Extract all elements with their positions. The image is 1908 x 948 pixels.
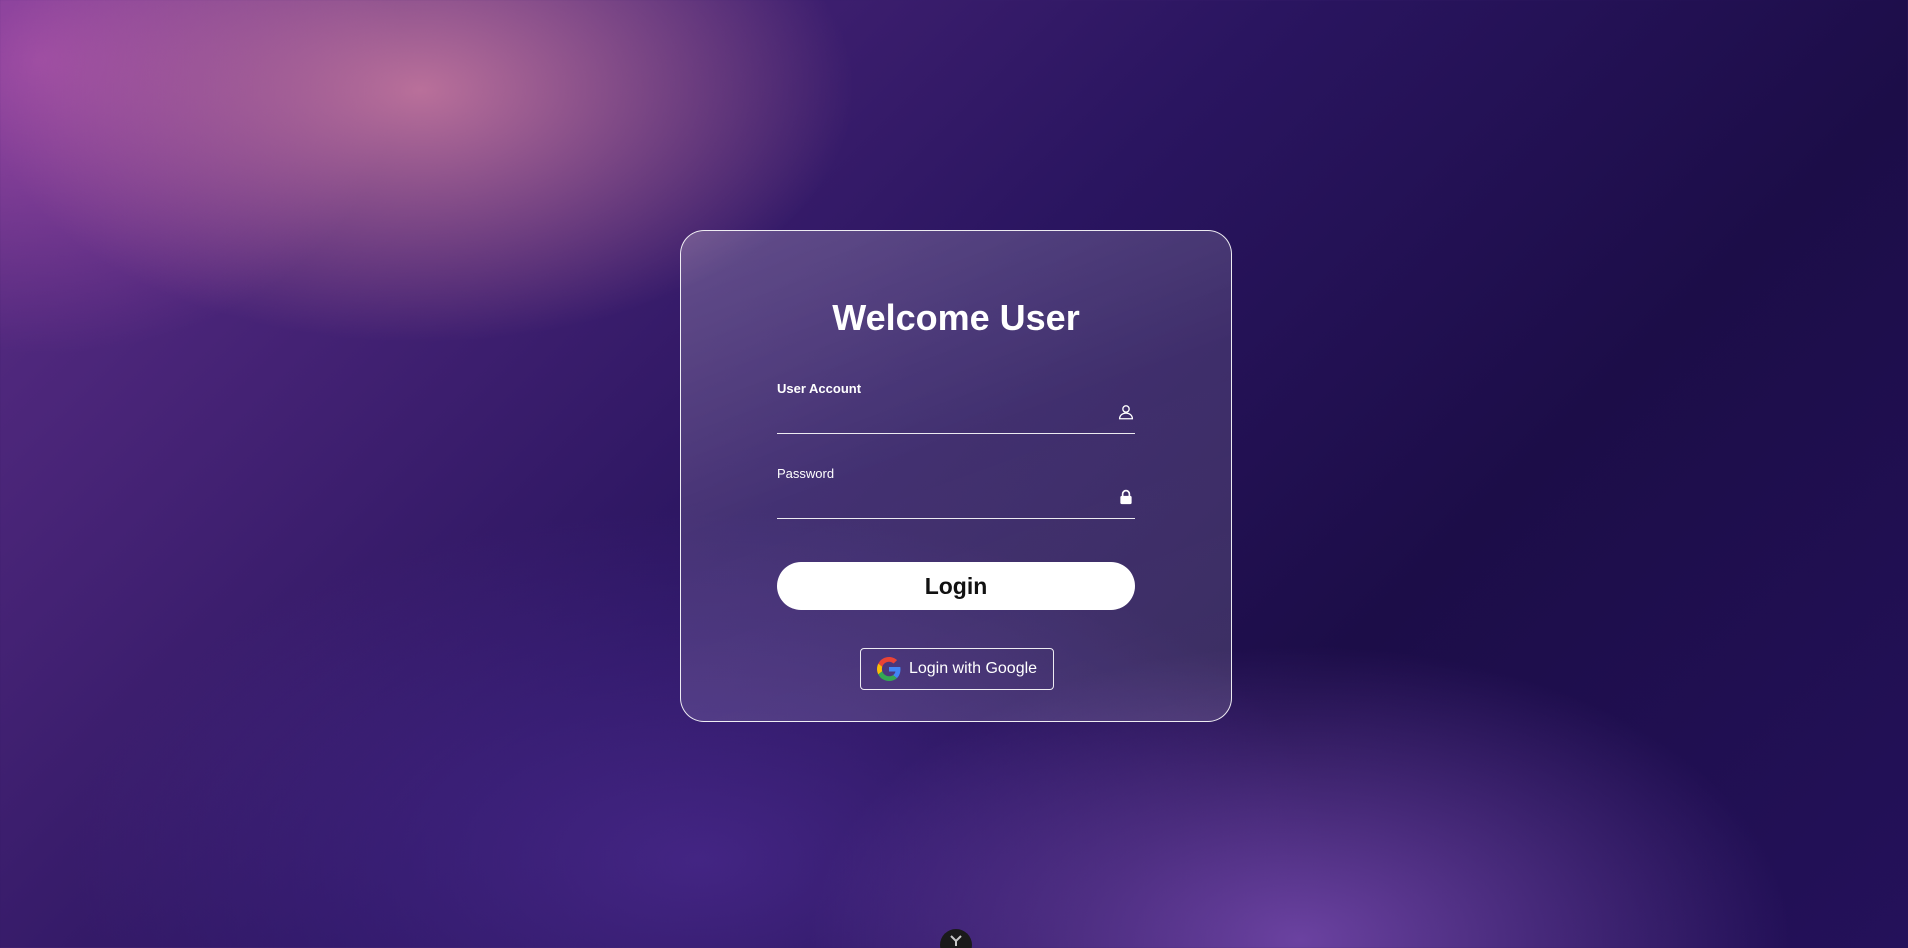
password-input[interactable] [777,488,1107,516]
google-icon [876,657,901,681]
chevron-down-icon [950,935,962,946]
page-title: Welcome User [832,297,1080,338]
login-with-google-label: Login with Google [908,660,1038,677]
login-card: Welcome User User Account Password Login… [680,230,1232,722]
lock-icon [1120,489,1132,505]
login-button[interactable]: Login [777,562,1135,610]
user-account-input[interactable] [777,403,1107,431]
bottom-toggle-button[interactable] [940,929,972,948]
user-account-field[interactable]: User Account [777,381,1135,434]
password-field[interactable]: Password [777,466,1135,519]
user-account-label: User Account [777,381,862,396]
password-label: Password [777,466,835,481]
user-icon [1118,405,1134,420]
login-with-google-button[interactable]: Login with Google [860,648,1054,690]
